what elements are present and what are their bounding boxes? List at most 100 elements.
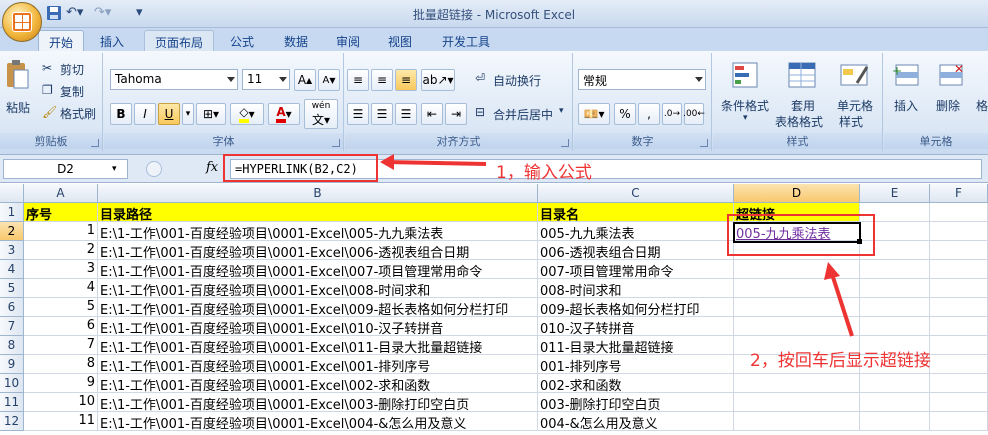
- row-header[interactable]: 3: [0, 241, 24, 260]
- delete-cells-icon[interactable]: ✕: [936, 61, 966, 91]
- cell-e[interactable]: [860, 393, 930, 412]
- underline-dropdown[interactable]: ▾: [182, 103, 194, 125]
- border-button[interactable]: ⊞▾: [196, 103, 226, 125]
- cell-c[interactable]: 002-求和函数: [538, 374, 734, 393]
- cell-a[interactable]: 1: [24, 222, 98, 241]
- align-right-button[interactable]: ☰: [395, 103, 417, 125]
- number-format-select[interactable]: 常规: [578, 69, 706, 90]
- cell-b[interactable]: E:\1-工作\001-百度经验项目\0001-Excel\008-时间求和: [98, 279, 538, 298]
- cell-c[interactable]: 003-删除打印空白页: [538, 393, 734, 412]
- cell-c[interactable]: 011-目录大批量超链接: [538, 336, 734, 355]
- cell-a[interactable]: 5: [24, 298, 98, 317]
- cell-c[interactable]: 006-透视表组合日期: [538, 241, 734, 260]
- number-launcher-icon[interactable]: [700, 139, 708, 147]
- copy-icon[interactable]: ❐: [42, 83, 53, 97]
- cell-d[interactable]: [734, 374, 860, 393]
- column-header-a[interactable]: A: [24, 184, 98, 203]
- cell-b[interactable]: E:\1-工作\001-百度经验项目\0001-Excel\005-九九乘法表: [98, 222, 538, 241]
- cell-f[interactable]: [930, 260, 988, 279]
- increase-decimal-button[interactable]: .0→: [662, 103, 682, 125]
- decrease-indent-button[interactable]: ⇤: [421, 103, 443, 125]
- tab-insert[interactable]: 插入: [90, 30, 134, 51]
- cell-f[interactable]: [930, 374, 988, 393]
- tab-home[interactable]: 开始: [38, 30, 85, 51]
- cell-c[interactable]: 009-超长表格如何分栏打印: [538, 298, 734, 317]
- row-header[interactable]: 4: [0, 260, 24, 279]
- cell-f[interactable]: [930, 222, 988, 241]
- header-cell-a[interactable]: 序号: [24, 203, 98, 222]
- row-header[interactable]: 11: [0, 393, 24, 412]
- align-bottom-button[interactable]: ≡: [395, 69, 417, 91]
- formula-bar-resize-icon[interactable]: [146, 161, 162, 177]
- grow-font-button[interactable]: A ▲: [294, 69, 316, 91]
- format-painter-icon[interactable]: 🖌: [42, 105, 57, 119]
- align-left-button[interactable]: ☰: [347, 103, 369, 125]
- comma-button[interactable]: ,: [638, 103, 660, 125]
- cell-styles-line1[interactable]: 单元格: [837, 97, 873, 114]
- cell-c[interactable]: 001-排列序号: [538, 355, 734, 374]
- percent-button[interactable]: %: [614, 103, 636, 125]
- font-size-select[interactable]: 11: [242, 69, 290, 90]
- cut-icon[interactable]: ✂: [42, 61, 52, 75]
- cell-a[interactable]: 9: [24, 374, 98, 393]
- row-header[interactable]: 12: [0, 412, 24, 431]
- cell-styles-icon[interactable]: [839, 61, 871, 91]
- cell-b[interactable]: E:\1-工作\001-百度经验项目\0001-Excel\002-求和函数: [98, 374, 538, 393]
- conditional-format-button[interactable]: 条件格式: [721, 97, 769, 114]
- cell-b[interactable]: E:\1-工作\001-百度经验项目\0001-Excel\001-排列序号: [98, 355, 538, 374]
- insert-function-icon[interactable]: fx: [206, 160, 218, 175]
- increase-indent-button[interactable]: ⇥: [445, 103, 467, 125]
- name-box[interactable]: D2: [3, 159, 128, 179]
- merge-center-button[interactable]: 合并后居中: [493, 106, 553, 123]
- tab-page-layout[interactable]: 页面布局: [144, 30, 215, 51]
- font-name-select[interactable]: Tahoma: [110, 69, 238, 90]
- cell-a[interactable]: 4: [24, 279, 98, 298]
- cell-e[interactable]: [860, 298, 930, 317]
- format-as-table-line1[interactable]: 套用: [791, 97, 815, 114]
- tab-view[interactable]: 视图: [378, 30, 422, 51]
- cell-b[interactable]: E:\1-工作\001-百度经验项目\0001-Excel\011-目录大批量超…: [98, 336, 538, 355]
- decrease-decimal-button[interactable]: .00←: [683, 103, 705, 125]
- cell-c[interactable]: 007-项目管理常用命令: [538, 260, 734, 279]
- cell-b[interactable]: E:\1-工作\001-百度经验项目\0001-Excel\010-汉子转拼音: [98, 317, 538, 336]
- copy-button[interactable]: 复制: [60, 83, 84, 100]
- header-cell-c[interactable]: 目录名: [538, 203, 734, 222]
- row-header[interactable]: 10: [0, 374, 24, 393]
- cell-f[interactable]: [930, 279, 988, 298]
- row-header[interactable]: 5: [0, 279, 24, 298]
- format-as-table-icon[interactable]: [787, 61, 819, 91]
- cell-e[interactable]: [860, 279, 930, 298]
- insert-cells-button[interactable]: 插入: [894, 97, 918, 114]
- underline-button[interactable]: U: [158, 103, 180, 125]
- row-header[interactable]: 8: [0, 336, 24, 355]
- phonetic-button[interactable]: wén 文▾: [304, 99, 338, 129]
- row-header[interactable]: 6: [0, 298, 24, 317]
- cell-b[interactable]: E:\1-工作\001-百度经验项目\0001-Excel\004-&怎么用及意…: [98, 412, 538, 431]
- delete-cells-button[interactable]: 删除: [936, 97, 960, 114]
- conditional-format-icon[interactable]: [731, 61, 763, 91]
- row-header[interactable]: 2: [0, 222, 24, 241]
- tab-data[interactable]: 数据: [274, 30, 318, 51]
- cell-c[interactable]: 004-&怎么用及意义: [538, 412, 734, 431]
- insert-cells-icon[interactable]: +: [892, 61, 922, 91]
- font-color-button[interactable]: A ▾: [268, 103, 300, 125]
- cell-e[interactable]: [860, 374, 930, 393]
- column-header-d[interactable]: D: [734, 184, 860, 203]
- cell-f[interactable]: [930, 412, 988, 431]
- clipboard-launcher-icon[interactable]: [91, 139, 99, 147]
- row-header[interactable]: 7: [0, 317, 24, 336]
- cell-b[interactable]: E:\1-工作\001-百度经验项目\0001-Excel\009-超长表格如何…: [98, 298, 538, 317]
- cell-f[interactable]: [930, 355, 988, 374]
- cell-a[interactable]: 6: [24, 317, 98, 336]
- font-launcher-icon[interactable]: [332, 139, 340, 147]
- cell-c[interactable]: 010-汉子转拼音: [538, 317, 734, 336]
- align-middle-button[interactable]: ≡: [371, 69, 393, 91]
- wrap-text-button[interactable]: 自动换行: [493, 72, 541, 89]
- cut-button[interactable]: 剪切: [60, 61, 84, 78]
- cell-a[interactable]: 2: [24, 241, 98, 260]
- select-all-corner[interactable]: [0, 184, 24, 203]
- cell-a[interactable]: 8: [24, 355, 98, 374]
- header-cell-b[interactable]: 目录路径: [98, 203, 538, 222]
- column-header-f[interactable]: F: [930, 184, 988, 203]
- shrink-font-button[interactable]: A ▼: [318, 69, 340, 91]
